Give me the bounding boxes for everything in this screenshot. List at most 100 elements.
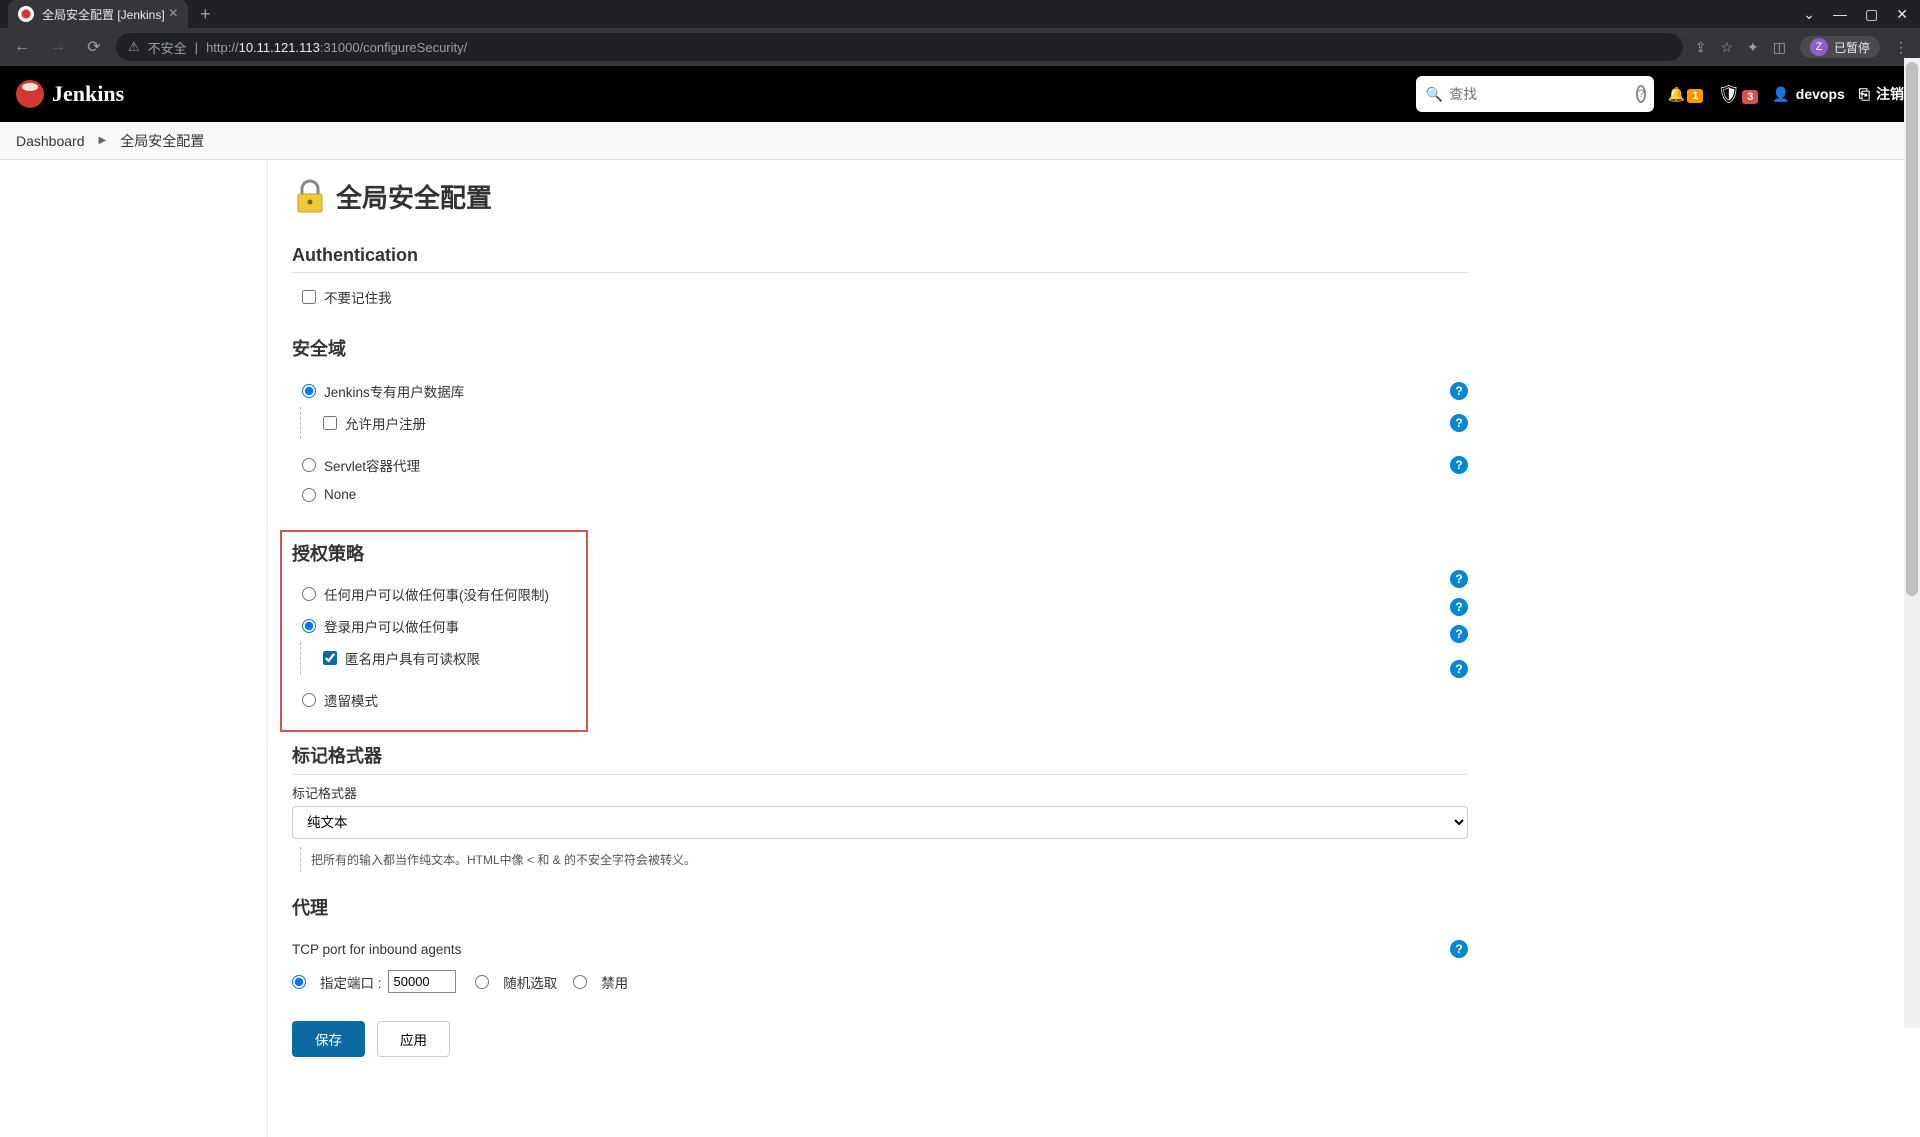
new-tab-button[interactable]: + <box>200 4 211 25</box>
user-link[interactable]: 👤 devops <box>1772 86 1844 103</box>
username-label: devops <box>1796 86 1845 102</box>
search-box[interactable]: 🔍 ? <box>1416 76 1654 112</box>
markup-section-title: 标记格式器 <box>292 742 1468 775</box>
auth-section-title: Authentication <box>292 245 1468 273</box>
browser-tab[interactable]: 全局安全配置 [Jenkins] × <box>8 0 188 28</box>
profile-paused-pill[interactable]: Z 已暂停 <box>1800 36 1880 58</box>
tab-close-icon[interactable]: × <box>169 5 178 23</box>
alert-badge: 3 <box>1742 90 1758 104</box>
back-icon[interactable]: ← <box>8 38 36 56</box>
realm-none-label[interactable]: None <box>324 487 356 502</box>
realm-jenkins-db-label[interactable]: Jenkins专有用户数据库 <box>324 381 464 401</box>
shield-icon: 🛡 <box>1717 84 1740 104</box>
address-bar[interactable]: ⚠ 不安全 | http://10.11.121.113:31000/confi… <box>116 33 1683 61</box>
minimize-icon[interactable]: — <box>1833 6 1847 23</box>
paused-label: 已暂停 <box>1834 39 1870 56</box>
realm-none-radio[interactable] <box>302 488 316 502</box>
section-agent: 代理 TCP port for inbound agents ? 指定端口 : … <box>292 894 1468 999</box>
logout-icon: ⎘ <box>1859 86 1870 103</box>
authz-legacy-label[interactable]: 遗留模式 <box>324 690 378 710</box>
authz-anyone-radio[interactable] <box>302 587 316 601</box>
scrollbar[interactable] <box>1904 58 1920 1028</box>
browser-tabstrip: 全局安全配置 [Jenkins] × + ⌄ — ▢ ✕ <box>0 0 1920 28</box>
search-help-icon[interactable]: ? <box>1636 85 1646 103</box>
help-icon[interactable]: ? <box>1450 625 1468 643</box>
port-input[interactable] <box>388 970 456 993</box>
maximize-icon[interactable]: ▢ <box>1865 6 1878 23</box>
help-icon[interactable]: ? <box>1450 456 1468 474</box>
apply-button[interactable]: 应用 <box>377 1021 450 1057</box>
anon-read-label[interactable]: 匿名用户具有可读权限 <box>345 648 480 668</box>
tcp-port-label: TCP port for inbound agents <box>292 942 461 957</box>
allow-signup-label[interactable]: 允许用户注册 <box>345 413 426 433</box>
realm-servlet-label[interactable]: Servlet容器代理 <box>324 455 420 475</box>
markup-field-label: 标记格式器 <box>292 783 1468 802</box>
browser-actions: ⇪ ☆ ✦ ◫ Z 已暂停 ⋮ <box>1691 36 1912 58</box>
allow-signup-checkbox[interactable] <box>323 416 337 430</box>
port-random-label[interactable]: 随机选取 <box>503 972 557 992</box>
insecure-label: 不安全 <box>148 38 187 57</box>
lock-icon <box>292 179 328 215</box>
port-fixed-radio[interactable] <box>292 975 306 989</box>
help-icon[interactable]: ? <box>1450 660 1468 678</box>
port-disable-label[interactable]: 禁用 <box>601 972 628 992</box>
chevron-down-icon[interactable]: ⌄ <box>1803 6 1815 23</box>
realm-jenkins-db-radio[interactable] <box>302 384 316 398</box>
tab-title: 全局安全配置 [Jenkins] <box>42 6 165 23</box>
anon-read-checkbox[interactable] <box>323 651 337 665</box>
avatar-icon: Z <box>1810 38 1828 56</box>
logout-label: 注销 <box>1876 84 1904 104</box>
page-title: 全局安全配置 <box>336 178 492 215</box>
markup-formatter-select[interactable]: 纯文本 <box>292 806 1468 839</box>
notif-badge: 1 <box>1687 89 1703 103</box>
page-layout: 全局安全配置 Authentication 不要记住我 安全域 Jenkins专… <box>0 160 1920 1137</box>
search-input[interactable] <box>1449 86 1630 102</box>
realm-servlet-radio[interactable] <box>302 458 316 472</box>
jenkins-logo[interactable]: Jenkins <box>16 80 124 108</box>
port-disable-radio[interactable] <box>573 975 587 989</box>
remember-me-checkbox[interactable] <box>302 290 316 304</box>
breadcrumb-current[interactable]: 全局安全配置 <box>120 131 204 151</box>
menu-icon[interactable]: ⋮ <box>1894 39 1908 56</box>
brand-text: Jenkins <box>52 81 124 107</box>
tab-favicon-icon <box>18 6 34 22</box>
close-window-icon[interactable]: ✕ <box>1896 6 1908 23</box>
remember-me-label[interactable]: 不要记住我 <box>324 287 392 307</box>
authorization-highlight-box: 授权策略 任何用户可以做任何事(没有任何限制) 登录用户可以做任何事 匿名用户具… <box>280 530 588 732</box>
help-icon[interactable]: ? <box>1450 414 1468 432</box>
breadcrumb-dashboard[interactable]: Dashboard <box>16 133 85 149</box>
breadcrumb-sep-icon: ▶ <box>99 135 107 146</box>
share-icon[interactable]: ⇪ <box>1695 39 1707 56</box>
authz-logged-in-radio[interactable] <box>302 619 316 633</box>
section-security-realm: 安全域 Jenkins专有用户数据库 ? 允许用户注册 ? Servlet容器代… <box>292 335 1468 508</box>
port-random-radio[interactable] <box>475 975 489 989</box>
search-icon: 🔍 <box>1426 86 1443 103</box>
section-markup-formatter: 标记格式器 标记格式器 纯文本 把所有的输入都当作纯文本。HTML中像 < 和 … <box>292 742 1468 872</box>
section-authentication: Authentication 不要记住我 <box>292 245 1468 313</box>
extensions-icon[interactable]: ✦ <box>1747 39 1759 56</box>
agent-section-title: 代理 <box>292 894 1468 926</box>
help-icon[interactable]: ? <box>1450 570 1468 588</box>
help-icon[interactable]: ? <box>1450 382 1468 400</box>
port-fixed-label[interactable]: 指定端口 : <box>320 972 382 992</box>
authz-legacy-radio[interactable] <box>302 693 316 707</box>
notification-bell[interactable]: 🔔1 <box>1668 86 1704 103</box>
separator: | <box>195 40 198 55</box>
window-controls: ⌄ — ▢ ✕ <box>1803 6 1920 23</box>
authz-anyone-label[interactable]: 任何用户可以做任何事(没有任何限制) <box>324 584 549 604</box>
sidepanel-icon[interactable]: ◫ <box>1773 39 1786 56</box>
scrollbar-thumb[interactable] <box>1906 62 1918 596</box>
main-content: 全局安全配置 Authentication 不要记住我 安全域 Jenkins专… <box>268 160 1498 1137</box>
reload-icon[interactable]: ⟳ <box>80 37 108 57</box>
authz-logged-in-label[interactable]: 登录用户可以做任何事 <box>324 616 459 636</box>
save-button[interactable]: 保存 <box>292 1021 365 1057</box>
user-icon: 👤 <box>1772 86 1789 103</box>
breadcrumb: Dashboard ▶ 全局安全配置 <box>0 122 1920 160</box>
forward-icon[interactable]: → <box>44 38 72 56</box>
markup-description: 把所有的输入都当作纯文本。HTML中像 < 和 & 的不安全字符会被转义。 <box>300 847 1468 872</box>
help-icon[interactable]: ? <box>1450 598 1468 616</box>
bookmark-icon[interactable]: ☆ <box>1720 39 1733 56</box>
help-icon[interactable]: ? <box>1450 940 1468 958</box>
logout-link[interactable]: ⎘ 注销 <box>1859 84 1904 104</box>
security-alerts[interactable]: 🛡3 <box>1717 84 1758 105</box>
